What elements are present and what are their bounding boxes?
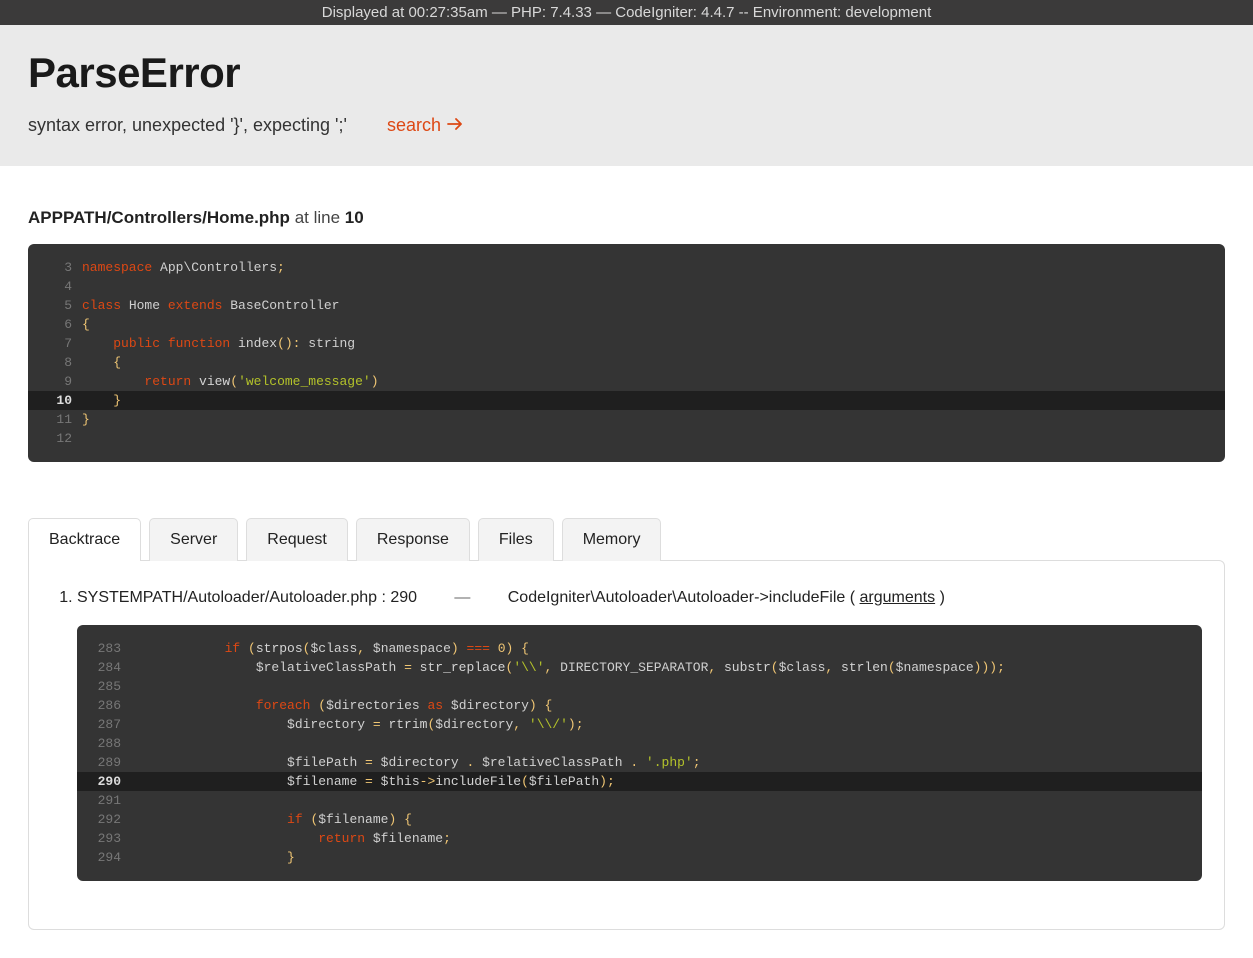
arrow-right-icon <box>447 115 463 136</box>
highlighted-line: 290 $filename = $this->includeFile($file… <box>77 772 1202 791</box>
source-code-block: 3namespace App\Controllers; 4 5class Hom… <box>28 244 1225 462</box>
trace-arguments-link[interactable]: arguments <box>860 589 936 606</box>
error-header: ParseError syntax error, unexpected '}',… <box>0 25 1253 166</box>
trace-list: SYSTEMPATH/Autoloader/Autoloader.php : 2… <box>51 589 1202 881</box>
trace-path: SYSTEMPATH/Autoloader/Autoloader.php : 2… <box>77 589 417 606</box>
tab-bar: Backtrace Server Request Response Files … <box>28 518 1225 561</box>
tab-server[interactable]: Server <box>149 518 238 561</box>
tab-response[interactable]: Response <box>356 518 470 561</box>
main-container: APPPATH/Controllers/Home.php at line 10 … <box>0 166 1253 958</box>
tab-files[interactable]: Files <box>478 518 554 561</box>
tab-memory[interactable]: Memory <box>562 518 662 561</box>
trace-code-block: 283 if (strpos($class, $namespace) === 0… <box>77 625 1202 881</box>
tab-request[interactable]: Request <box>246 518 348 561</box>
highlighted-line: 10 } <box>28 391 1225 410</box>
search-link-label: search <box>387 115 441 136</box>
error-message: syntax error, unexpected '}', expecting … <box>28 115 347 136</box>
source-path: APPPATH/Controllers/Home.php <box>28 208 290 227</box>
error-title: ParseError <box>28 49 1225 97</box>
backtrace-panel: SYSTEMPATH/Autoloader/Autoloader.php : 2… <box>28 560 1225 930</box>
search-link[interactable]: search <box>387 115 463 136</box>
trace-function: CodeIgniter\Autoloader\Autoloader->inclu… <box>508 589 855 606</box>
environment-bar: Displayed at 00:27:35am — PHP: 7.4.33 — … <box>0 0 1253 25</box>
source-location: APPPATH/Controllers/Home.php at line 10 <box>28 208 1225 228</box>
tab-backtrace[interactable]: Backtrace <box>28 518 141 561</box>
trace-item: SYSTEMPATH/Autoloader/Autoloader.php : 2… <box>77 589 1202 881</box>
